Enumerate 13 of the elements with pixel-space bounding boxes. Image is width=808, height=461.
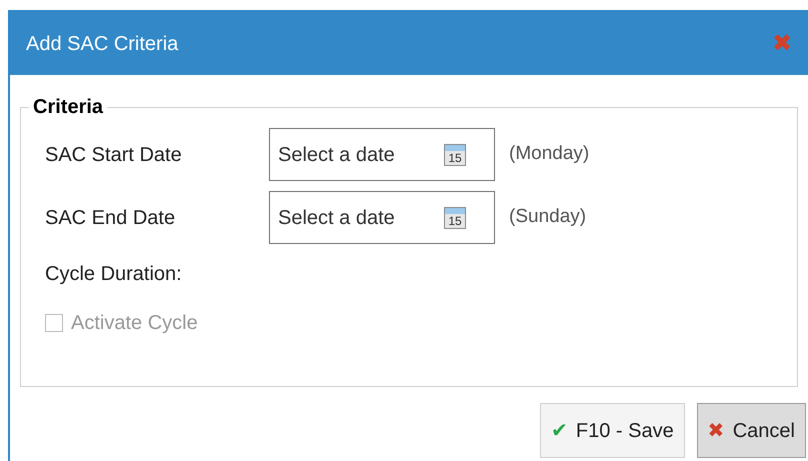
window-title: Add SAC Criteria bbox=[26, 32, 178, 56]
calendar-icon[interactable]: 15 bbox=[444, 206, 466, 228]
day-hint: (Monday) bbox=[509, 142, 590, 166]
day-hint: (Sunday) bbox=[509, 205, 586, 230]
checkbox-label: Activate Cycle bbox=[71, 311, 198, 336]
field-label: SAC Start Date bbox=[45, 142, 183, 168]
save-button[interactable]: ✔ F10 - Save bbox=[540, 403, 685, 458]
date-field[interactable]: Select a date 15 bbox=[269, 128, 495, 181]
calendar-icon[interactable]: 15 bbox=[444, 144, 466, 166]
field-label: SAC End Date bbox=[45, 206, 176, 230]
cancel-button[interactable]: ✖ Cancel bbox=[696, 403, 806, 458]
date-field[interactable]: Select a date 15 bbox=[269, 191, 495, 244]
cycle-duration-label: Cycle Duration: bbox=[45, 262, 182, 287]
